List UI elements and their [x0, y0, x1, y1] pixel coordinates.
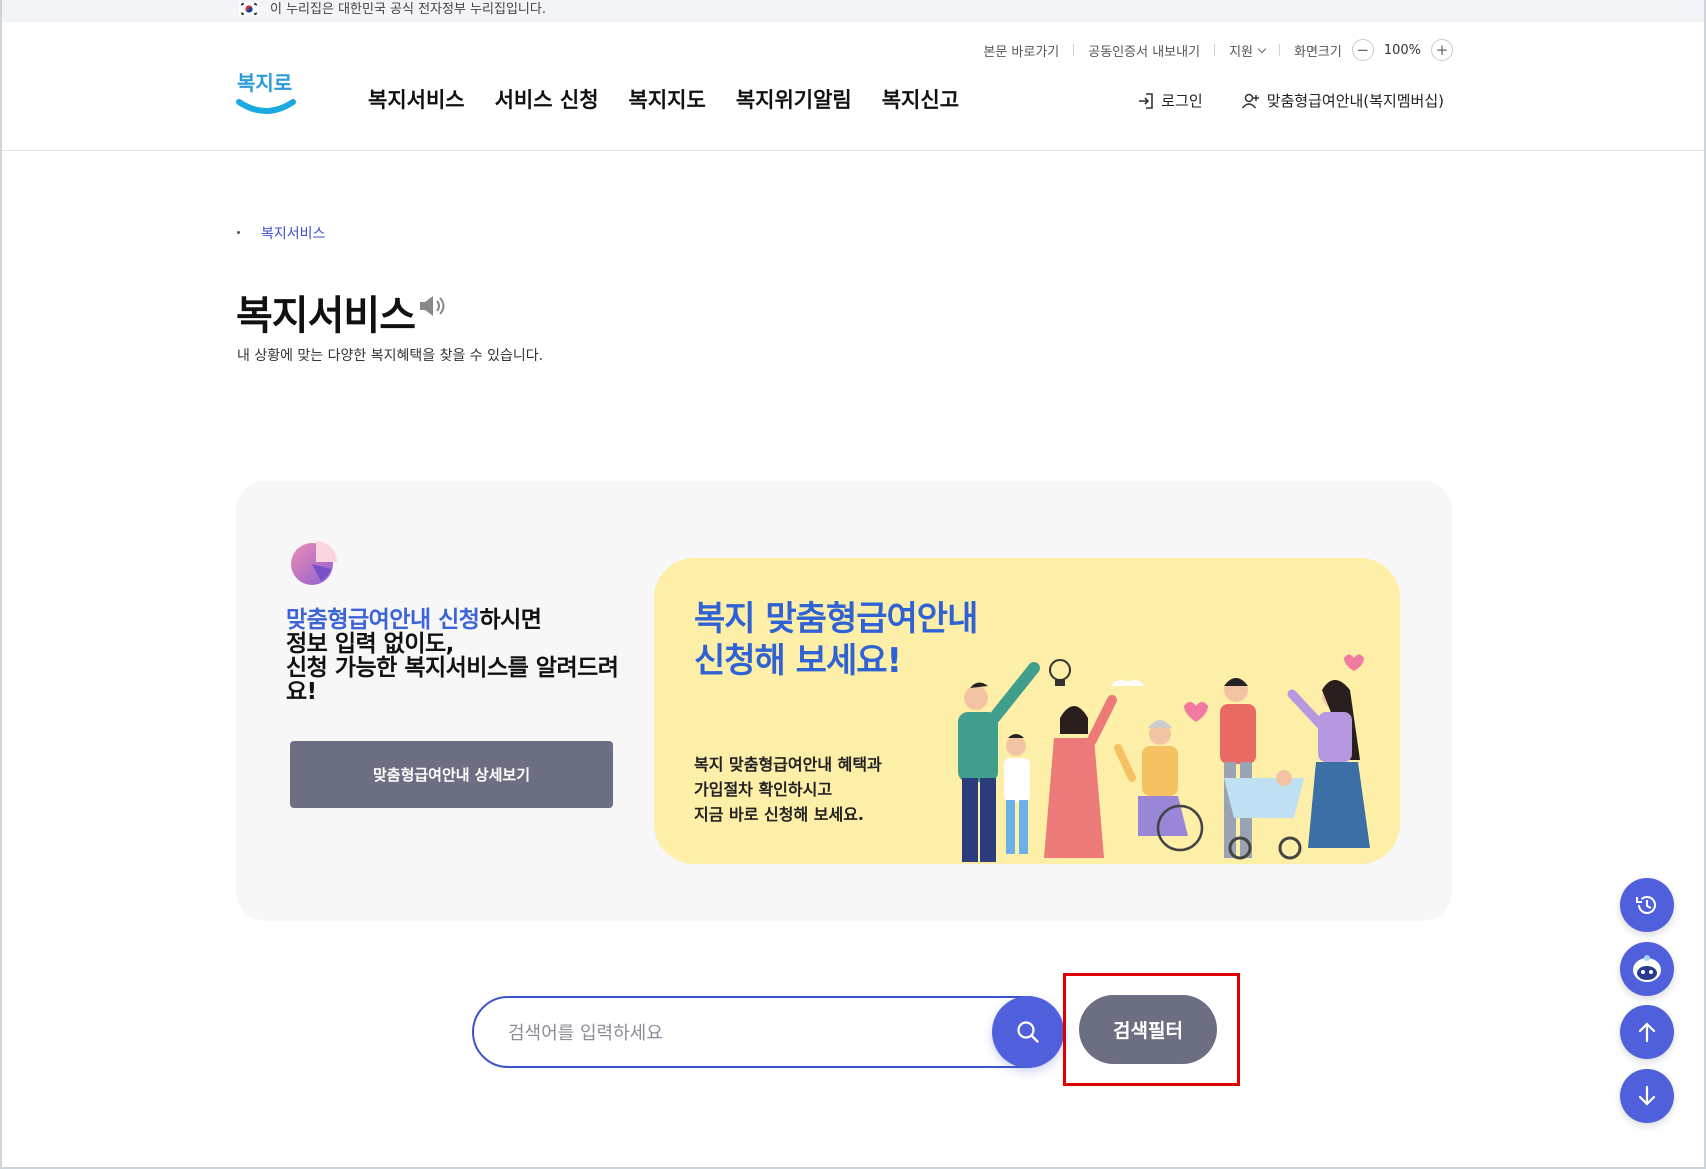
membership-detail-button[interactable]: 맞춤형급여안내 상세보기 [290, 741, 613, 808]
nav-item-service-apply[interactable]: 서비스 신청 [495, 84, 599, 114]
page-description: 내 상황에 맞는 다양한 복지혜택을 찾을 수 있습니다. [237, 348, 544, 364]
support-label: 지원 [1229, 44, 1253, 60]
divider [1278, 44, 1280, 56]
chatbot-button[interactable] [1620, 942, 1674, 996]
breadcrumb[interactable]: 복지서비스 [261, 223, 325, 243]
skip-to-content-link[interactable]: 본문 바로가기 [983, 41, 1059, 60]
promo-line3: 신청 가능한 복지서비스를 알려드려요! [286, 655, 619, 705]
annotation-highlight-box [1063, 973, 1240, 1086]
support-dropdown[interactable]: 지원 [1229, 41, 1267, 60]
nav-item-welfare-map[interactable]: 복지지도 [629, 84, 706, 114]
zoom-value: 100% [1383, 42, 1421, 58]
login-icon [1139, 92, 1154, 109]
login-link[interactable]: 로그인 [1137, 90, 1203, 111]
gov-banner: 이 누리집은 대한민국 공식 전자정부 누리집입니다. [2, 0, 1704, 22]
login-label: 로그인 [1161, 92, 1203, 110]
scroll-top-button[interactable] [1620, 1005, 1674, 1059]
search-button[interactable] [992, 996, 1064, 1068]
divider [1073, 44, 1075, 56]
promo-line1-rest: 하시면 [479, 607, 542, 633]
user-add-icon [1241, 93, 1259, 108]
banner-desc-line3: 지금 바로 신청해 보세요. [694, 805, 864, 824]
banner-title-line2: 신청해 보세요! [694, 641, 902, 681]
page-title: 복지서비스 [236, 293, 416, 339]
divider [1214, 44, 1216, 56]
zoom-out-button[interactable]: − [1351, 39, 1374, 61]
scroll-bottom-button[interactable] [1620, 1069, 1674, 1123]
banner-description: 복지 맞춤형급여안내 혜택과 가입절차 확인하시고 지금 바로 신청해 보세요. [694, 752, 882, 827]
promo-highlight: 맞춤형급여안내 신청 [286, 607, 480, 633]
banner-desc-line1: 복지 맞춤형급여안내 혜택과 [694, 755, 882, 774]
promo-banner[interactable]: 복지 맞춤형급여안내 신청해 보세요! 복지 맞춤형급여안내 혜택과 가입절차 … [654, 558, 1400, 864]
search-icon [1017, 1021, 1039, 1043]
history-button[interactable] [1620, 878, 1674, 932]
korea-flag-icon [239, 2, 259, 16]
logo-text: 복지로 [237, 71, 292, 95]
bokjiro-logo[interactable]: 복지로 [235, 68, 297, 122]
speaker-icon[interactable] [417, 293, 447, 319]
gov-banner-text[interactable]: 이 누리집은 대한민국 공식 전자정부 누리집입니다. [270, 2, 546, 18]
utility-bar: 본문 바로가기 공동인증서 내보내기 지원 화면크기 − 100% + [983, 39, 1453, 61]
chevron-down-icon [1257, 44, 1267, 53]
search-box [472, 996, 1062, 1068]
banner-desc-line2: 가입절차 확인하시고 [694, 780, 833, 799]
pie-chart-icon [291, 541, 337, 585]
arrow-down-icon [1638, 1085, 1656, 1106]
promo-text: 맞춤형급여안내 신청하시면 정보 입력 없이도, 신청 가능한 복지서비스를 알… [286, 608, 631, 704]
main-nav: 복지서비스 서비스 신청 복지지도 복지위기알림 복지신고 [368, 84, 959, 114]
membership-label: 맞춤형급여안내(복지멤버십) [1266, 92, 1444, 110]
screen-size-label: 화면크기 [1293, 44, 1342, 60]
nav-item-welfare-service[interactable]: 복지서비스 [368, 84, 465, 114]
family-illustration [958, 654, 1370, 862]
history-icon [1636, 896, 1656, 914]
cert-export-link[interactable]: 공동인증서 내보내기 [1088, 41, 1200, 60]
breadcrumb-bullet [237, 231, 240, 234]
arrow-up-icon [1638, 1022, 1656, 1043]
promo-line2: 정보 입력 없이도, [286, 631, 454, 657]
header-divider [2, 150, 1704, 151]
nav-item-welfare-report[interactable]: 복지신고 [882, 84, 959, 114]
search-input[interactable] [508, 1018, 948, 1048]
chatbot-icon [1633, 955, 1661, 982]
zoom-in-button[interactable]: + [1431, 39, 1453, 61]
header-actions: 로그인 맞춤형급여안내(복지멤버십) [1137, 90, 1444, 111]
nav-item-crisis-alert[interactable]: 복지위기알림 [736, 84, 852, 114]
membership-link[interactable]: 맞춤형급여안내(복지멤버십) [1241, 90, 1444, 111]
